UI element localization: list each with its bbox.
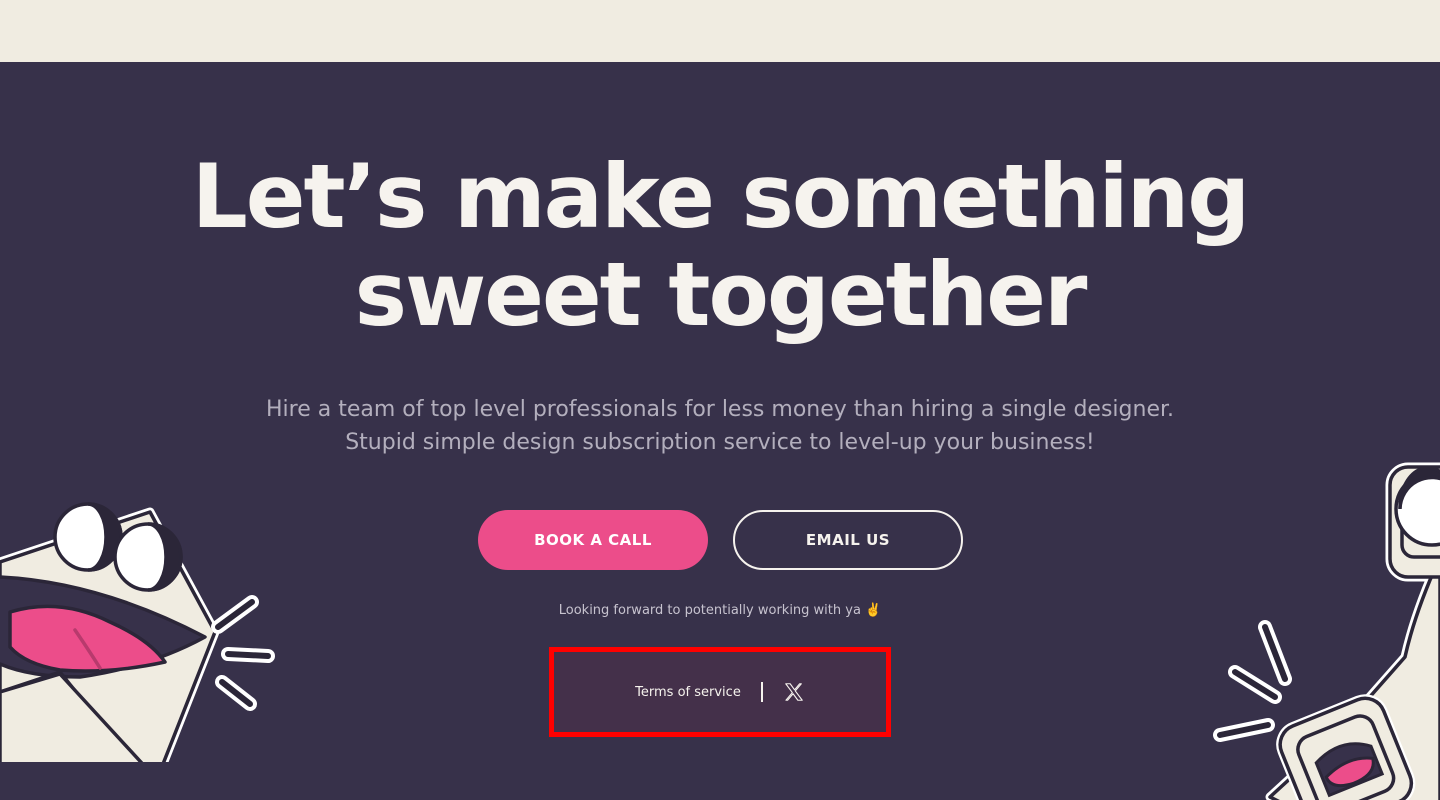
phone-mascot-illustration: [1213, 462, 1440, 800]
footer-links: Terms of service: [549, 647, 891, 737]
cta-hero: Let’s make something sweet together Hire…: [0, 62, 1440, 800]
top-strip: [0, 0, 1440, 62]
headline-line-2: sweet together: [354, 243, 1088, 346]
headline: Let’s make something sweet together: [0, 148, 1440, 344]
footer-divider: [760, 682, 763, 702]
terms-of-service-link[interactable]: Terms of service: [635, 685, 741, 700]
email-us-button[interactable]: EMAIL US: [733, 510, 963, 570]
envelope-mascot-illustration: [0, 502, 275, 762]
x-logo-icon[interactable]: [783, 681, 805, 703]
book-a-call-button[interactable]: BOOK A CALL: [478, 510, 708, 570]
headline-line-1: Let’s make something: [191, 145, 1251, 248]
